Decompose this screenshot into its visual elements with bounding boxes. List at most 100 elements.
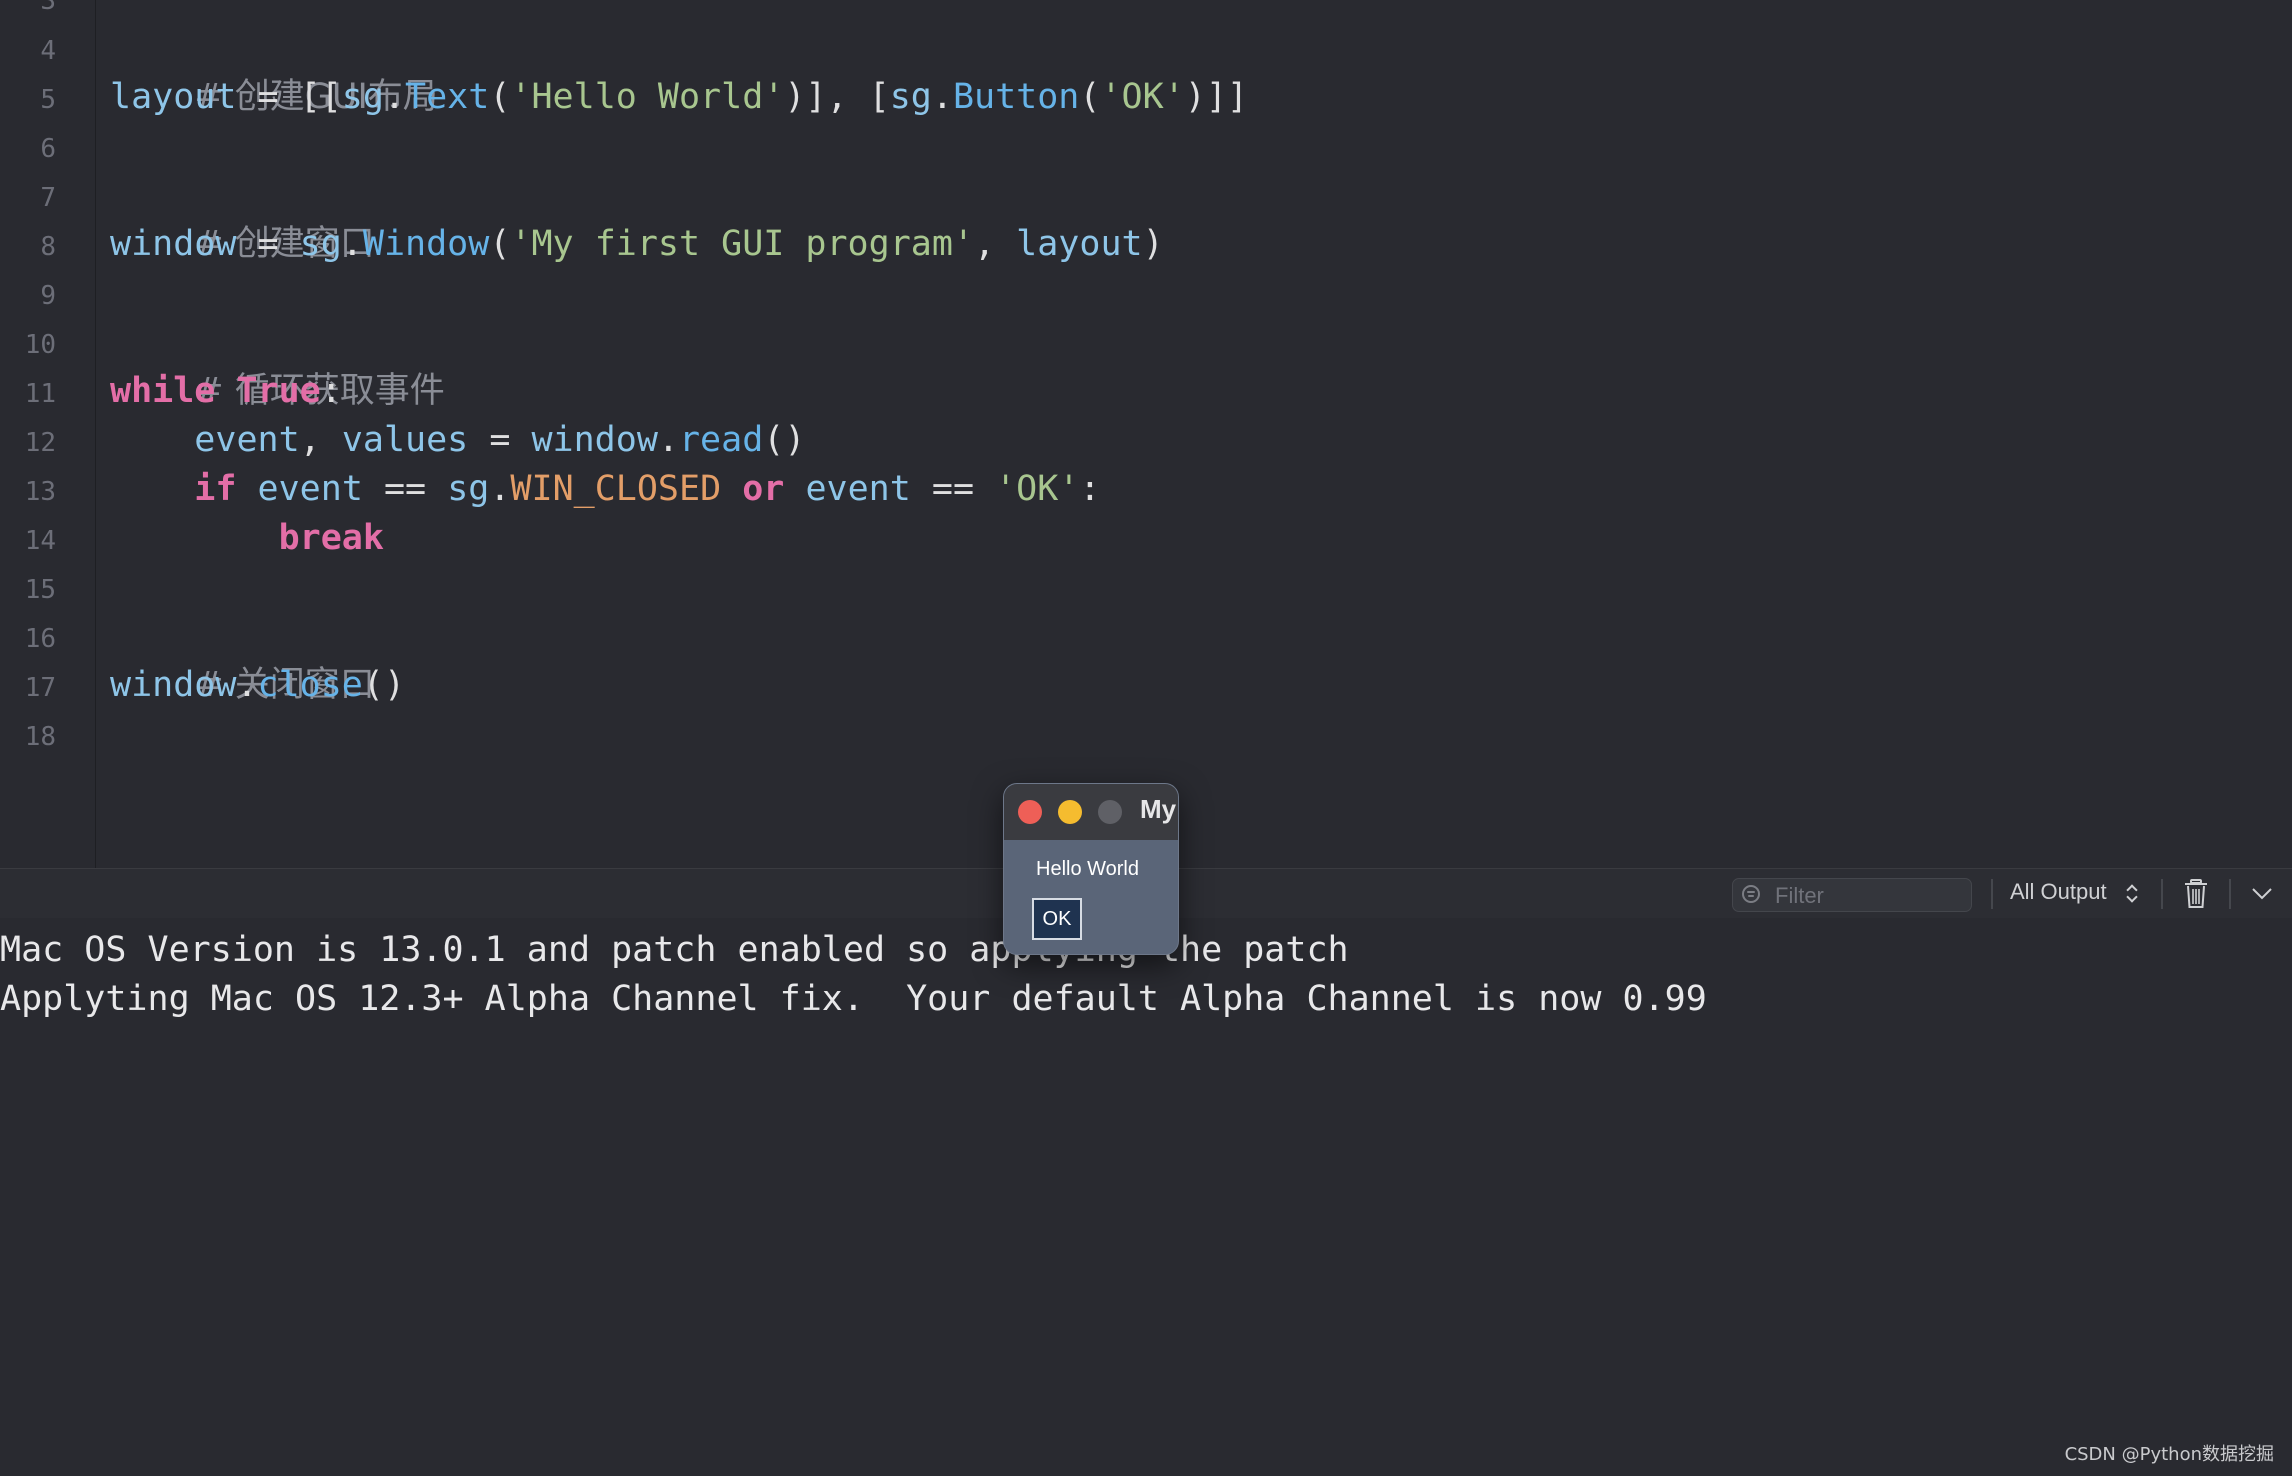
chevron-up-down-icon[interactable]	[2126, 882, 2138, 906]
code-token: )], [	[784, 77, 890, 117]
code-token: WIN_CLOSED	[510, 469, 722, 509]
code-token: .	[931, 77, 953, 117]
popup-title: My first GUI program	[1140, 794, 1176, 824]
code-token: )]]	[1184, 77, 1248, 117]
code-token: 'My first GUI program'	[510, 224, 974, 264]
code-token: ==	[362, 469, 448, 509]
line-number: 16	[24, 624, 56, 654]
ok-button[interactable]: OK	[1032, 898, 1082, 940]
code-token: (	[489, 224, 511, 264]
chevron-down-icon[interactable]	[2250, 883, 2274, 905]
code-line-17[interactable]: window.close()	[110, 665, 405, 705]
code-token: True	[236, 371, 321, 411]
line-number: 9	[40, 281, 56, 311]
output-filter-select[interactable]: All Output	[2010, 879, 2107, 905]
line-number: 11	[24, 379, 56, 409]
line-number: 14	[24, 526, 56, 556]
code-token: .	[383, 77, 406, 117]
code-token: (	[489, 77, 511, 117]
code-token: values	[341, 420, 469, 460]
code-token: :	[1079, 469, 1101, 509]
filter-placeholder: Filter	[1775, 883, 1824, 908]
code-token: Text	[405, 77, 490, 117]
console-output[interactable]: Mac OS Version is 13.0.1 and patch enabl…	[0, 918, 2292, 1476]
line-number: 3	[40, 0, 56, 16]
code-token: (	[1079, 77, 1101, 117]
toolbar-divider	[2161, 879, 2163, 909]
code-token: ,	[974, 224, 1017, 264]
code-token: read	[678, 420, 764, 460]
code-token: Button	[952, 77, 1080, 117]
popup-hello-text: Hello World	[1036, 858, 1139, 880]
code-token: ==	[910, 469, 996, 509]
code-token: 'Hello World'	[510, 77, 785, 117]
code-token: )	[1142, 224, 1164, 264]
line-number: 15	[24, 575, 56, 605]
code-token: or	[742, 469, 785, 509]
code-token: = [[	[236, 77, 342, 117]
code-token: =	[468, 420, 532, 460]
code-line-8[interactable]: window = sg.Window('My first GUI program…	[110, 224, 1164, 264]
zoom-window-button[interactable]	[1098, 800, 1122, 824]
line-number: 8	[40, 232, 56, 262]
console-line: Applyting Mac OS 12.3+ Alpha Channel fix…	[0, 979, 1707, 1019]
line-number: 12	[24, 428, 56, 458]
toolbar-divider	[2229, 879, 2231, 909]
code-token: layout	[1016, 224, 1143, 264]
code-token: event	[805, 469, 911, 509]
line-number: 7	[40, 183, 56, 213]
code-token: .	[657, 420, 679, 460]
code-token: break	[278, 518, 384, 558]
code-token: sg	[447, 469, 490, 509]
code-token: window	[110, 665, 237, 705]
code-token: window	[531, 420, 658, 460]
code-token: Window	[362, 224, 490, 264]
code-token: window	[110, 224, 237, 264]
code-token: 'OK'	[995, 469, 1080, 509]
code-token: .	[341, 224, 363, 264]
code-token: event	[194, 420, 300, 460]
line-number: 10	[24, 330, 56, 360]
code-token: sg	[341, 77, 384, 117]
code-editor[interactable]: 3 4 5 6 7 8 9 10 11 12 13 14 15 16 17 18…	[0, 0, 2292, 868]
filter-input[interactable]: Filter	[1732, 878, 1972, 912]
minimize-window-button[interactable]	[1058, 800, 1082, 824]
code-token: sg	[299, 224, 342, 264]
code-token: ()	[763, 420, 806, 460]
code-token: sg	[889, 77, 932, 117]
code-line-5[interactable]: layout = [[sg.Text('Hello World')], [sg.…	[110, 77, 1248, 117]
code-token: close	[257, 665, 363, 705]
popup-titlebar[interactable]: My first GUI program	[1004, 784, 1178, 840]
code-token: layout	[110, 77, 237, 117]
code-line-14[interactable]: break	[110, 518, 384, 558]
code-token: :	[320, 371, 342, 411]
code-token: .	[489, 469, 511, 509]
close-window-button[interactable]	[1018, 800, 1042, 824]
code-line-13[interactable]: if event == sg.WIN_CLOSED or event == 'O…	[110, 469, 1100, 509]
line-number: 18	[24, 722, 56, 752]
trash-icon[interactable]	[2183, 878, 2209, 910]
code-token: while	[110, 371, 216, 411]
line-number: 13	[24, 477, 56, 507]
code-line-11[interactable]: while True:	[110, 371, 342, 411]
code-token: event	[257, 469, 363, 509]
code-token: ,	[299, 420, 342, 460]
code-token: =	[236, 224, 300, 264]
code-token: if	[194, 469, 237, 509]
line-number-gutter: 3 4 5 6 7 8 9 10 11 12 13 14 15 16 17 18	[0, 0, 96, 868]
code-line-12[interactable]: event, values = window.read()	[110, 420, 805, 460]
line-number: 4	[40, 36, 56, 66]
gui-popup-window[interactable]: My first GUI program Hello World OK	[1003, 783, 1179, 955]
line-number: 6	[40, 134, 56, 164]
filter-icon	[1742, 885, 1760, 903]
toolbar-divider	[1991, 879, 1993, 909]
line-number: 17	[24, 673, 56, 703]
code-token: ()	[362, 665, 406, 705]
